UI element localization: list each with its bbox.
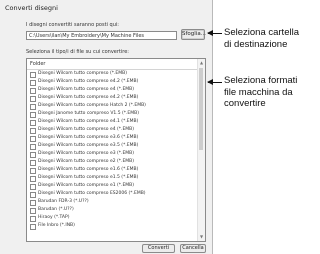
list-item[interactable]: Disegni Wilcom tutto compreso e2 (*.EMB) <box>30 159 198 166</box>
file-types-label: Seleziona il tipo/i di file su cui conve… <box>26 49 129 55</box>
list-scrollbar[interactable]: ▲ ▼ <box>197 59 205 241</box>
list-item[interactable]: Disegni Wilcom tutto compreso e4 (*.EMB) <box>30 127 198 134</box>
checkbox[interactable] <box>30 72 36 78</box>
checkbox[interactable] <box>30 176 36 182</box>
list-item[interactable]: Disegni Janome tutto compreso V1.5 (*.EM… <box>30 111 198 118</box>
list-item[interactable]: Hiraoy (*.TAP) <box>30 215 198 222</box>
list-item[interactable]: Disegni Wilcom tutto compreso ES2006 (*.… <box>30 191 198 198</box>
checkbox[interactable] <box>30 104 36 110</box>
cancel-button[interactable]: Cancella <box>180 244 206 253</box>
list-item[interactable]: Disegni Wilcom tutto compreso e4 (*.EMB) <box>30 87 198 94</box>
list-item[interactable]: Disegni Wilcom tutto compreso e3.6 (*.EM… <box>30 135 198 142</box>
list-header-divider <box>27 69 198 70</box>
file-types-annotation: Seleziona formati file macchina da conve… <box>224 75 298 109</box>
checkbox[interactable] <box>30 112 36 118</box>
list-item[interactable]: Disegni Wilcom tutto compreso (*.EMB) <box>30 71 198 78</box>
scroll-down-icon[interactable]: ▼ <box>198 234 205 240</box>
browse-button[interactable]: Sfoglia... <box>181 29 206 40</box>
list-item[interactable]: File Inbro (*.INB) <box>30 223 198 230</box>
checkbox[interactable] <box>30 208 36 214</box>
checkbox[interactable] <box>30 96 36 102</box>
convert-designs-dialog: Converti disegni I disegni convertiti sa… <box>0 0 213 254</box>
list-item[interactable]: Disegni Wilcom tutto compreso e4.1 (*.EM… <box>30 119 198 126</box>
list-item[interactable]: Disegni Wilcom tutto compreso e3 (*.EMB) <box>30 151 198 158</box>
destination-path-field[interactable]: C:\Users\ilan\My Embroidery\My Machine F… <box>26 31 177 40</box>
checkbox[interactable] <box>30 160 36 166</box>
list-item[interactable]: Barudan (*.U??) <box>30 207 198 214</box>
list-item[interactable]: Disegni Wilcom tutto compreso e1.6 (*.EM… <box>30 167 198 174</box>
checkbox[interactable] <box>30 120 36 126</box>
destination-label: I disegni convertiti saranno posti qui: <box>26 22 119 28</box>
list-item[interactable]: Disegni Wilcom tutto compreso e4.2 (*.EM… <box>30 79 198 86</box>
checkbox[interactable] <box>30 192 36 198</box>
checkbox[interactable] <box>30 144 36 150</box>
list-item[interactable]: Disegni Wilcom tutto compreso e4.2 (*.EM… <box>30 95 198 102</box>
list-item[interactable]: Disegni Wilcom tutto compreso Hatch 2 (*… <box>30 103 198 110</box>
dialog-title: Converti disegni <box>5 4 58 12</box>
scrollbar-thumb[interactable] <box>199 68 203 150</box>
file-types-arrow-icon <box>207 79 222 85</box>
checkbox[interactable] <box>30 88 36 94</box>
checkbox[interactable] <box>30 128 36 134</box>
checkbox[interactable] <box>30 200 36 206</box>
checkbox[interactable] <box>30 80 36 86</box>
checkbox[interactable] <box>30 216 36 222</box>
checkbox[interactable] <box>30 184 36 190</box>
checkbox[interactable] <box>30 136 36 142</box>
checkbox[interactable] <box>30 224 36 230</box>
destination-arrow-icon <box>207 30 222 36</box>
convert-button[interactable]: Converti <box>142 244 175 253</box>
destination-annotation: Seleziona cartella di destinazione <box>224 27 299 50</box>
list-item[interactable]: Disegni Wilcom tutto compreso e3.5 (*.EM… <box>30 143 198 150</box>
checkbox[interactable] <box>30 168 36 174</box>
checkbox[interactable] <box>30 152 36 158</box>
list-item[interactable]: Disegni Wilcom tutto compreso e1 (*.EMB) <box>30 183 198 190</box>
file-types-listbox[interactable]: Folder Disegni Wilcom tutto compreso (*.… <box>26 58 206 242</box>
list-item[interactable]: Disegni Wilcom tutto compreso e1.5 (*.EM… <box>30 175 198 182</box>
list-item[interactable]: Barudan FDR-3 (*.U??) <box>30 199 198 206</box>
list-header: Folder <box>30 61 46 67</box>
scroll-up-icon[interactable]: ▲ <box>198 60 205 66</box>
